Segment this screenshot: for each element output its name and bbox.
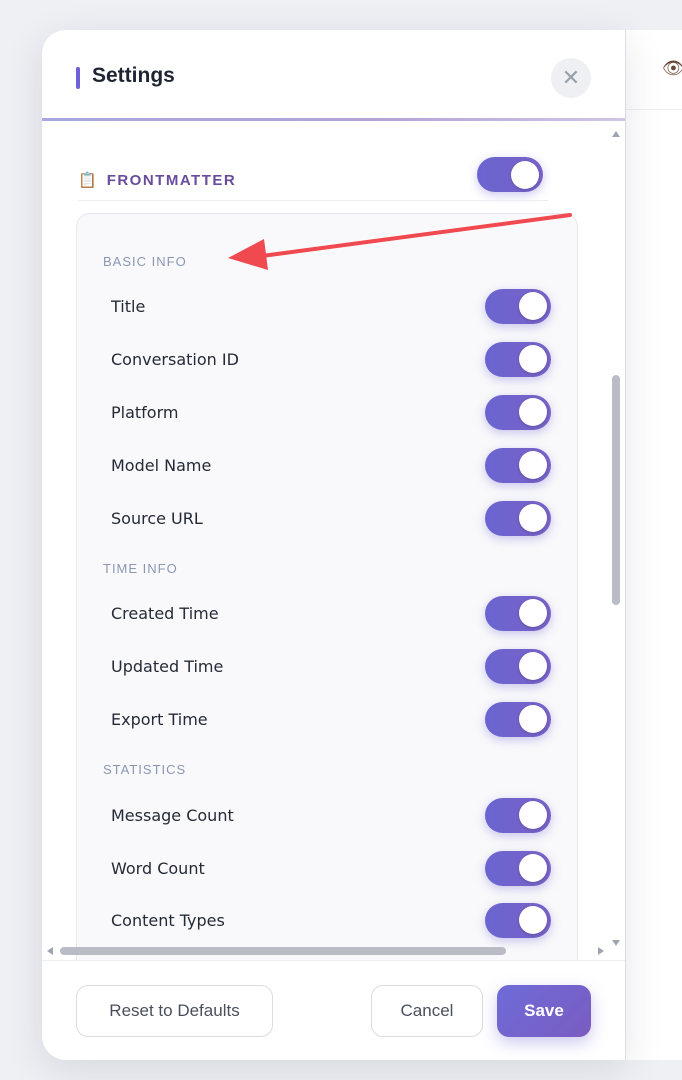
scroll-down-icon[interactable] [612,940,620,946]
option-label: Message Count [111,805,234,825]
toggle-title[interactable] [485,288,551,324]
option-row-model-name: Model Name [111,445,551,485]
toggle-knob [519,801,547,829]
vertical-scroll-thumb[interactable] [612,375,620,605]
group-label-basic-info: BASIC INFO [103,254,187,269]
toggle-export-time[interactable] [485,701,551,737]
modal-title: Settings [92,64,175,87]
scroll-right-icon[interactable] [598,947,604,955]
settings-scroll-area[interactable]: 📋 FRONTMATTER BASIC INFO Title Conversat… [42,127,625,960]
toggle-updated-time[interactable] [485,648,551,684]
vertical-scrollbar[interactable] [609,127,623,960]
option-label: Updated Time [111,656,224,676]
option-label: Word Count [111,858,205,878]
eye-icon[interactable]: 👁 [662,60,682,78]
toggle-content-types[interactable] [485,902,551,938]
option-label: Conversation ID [111,349,239,369]
toggle-knob [519,599,547,627]
option-row-conversation-id: Conversation ID [111,339,551,379]
toggle-created-time[interactable] [485,595,551,631]
modal-header: Settings ✕ [42,30,625,124]
section-label: FRONTMATTER [106,171,237,189]
settings-modal: Settings ✕ 📋 FRONTMATTER BASIC INFO Titl… [42,30,625,1060]
option-row-updated-time: Updated Time [111,646,551,686]
frontmatter-toggle[interactable] [477,157,543,192]
option-label: Model Name [111,455,212,475]
horizontal-scroll-thumb[interactable] [60,947,506,955]
horizontal-scrollbar[interactable] [42,944,612,958]
toggle-model-name[interactable] [485,447,551,483]
group-label-time-info: TIME INFO [103,561,178,576]
section-divider [78,200,548,201]
toggle-knob [519,854,547,882]
option-row-content-types: Content Types [111,900,551,940]
option-label: Export Time [111,709,208,729]
title-accent-bar [76,67,80,89]
toggle-knob [519,398,547,426]
save-button[interactable]: Save [497,985,591,1037]
option-row-created-time: Created Time [111,593,551,633]
option-row-word-count: Word Count [111,848,551,888]
clipboard-icon: 📋 [78,171,97,189]
reset-to-defaults-button[interactable]: Reset to Defaults [76,985,273,1037]
toggle-knob [519,292,547,320]
cancel-button[interactable]: Cancel [371,985,483,1037]
background-panel-body [626,110,682,1060]
group-label-statistics: STATISTICS [103,762,187,777]
modal-footer: Reset to Defaults Cancel Save [42,960,625,1060]
option-label: Title [111,296,146,316]
close-button[interactable]: ✕ [551,58,591,98]
toggle-knob [519,906,547,934]
section-header-frontmatter: 📋 FRONTMATTER [78,160,546,200]
option-row-message-count: Message Count [111,795,551,835]
scroll-left-icon[interactable] [47,947,53,955]
toggle-conversation-id[interactable] [485,341,551,377]
option-row-platform: Platform [111,392,551,432]
toggle-knob [519,345,547,373]
option-label: Source URL [111,508,203,528]
option-row-title: Title [111,286,551,326]
frontmatter-options-card: BASIC INFO Title Conversation ID Platfor… [76,213,578,960]
toggle-platform[interactable] [485,394,551,430]
toggle-knob [519,504,547,532]
toggle-word-count[interactable] [485,850,551,886]
option-label: Platform [111,402,179,422]
toggle-knob [519,652,547,680]
toggle-message-count[interactable] [485,797,551,833]
background-panel-header: 👁 [626,30,682,110]
toggle-source-url[interactable] [485,500,551,536]
scroll-up-icon[interactable] [612,131,620,137]
option-row-source-url: Source URL [111,498,551,538]
option-label: Created Time [111,603,219,623]
close-icon: ✕ [561,65,581,91]
option-label: Content Types [111,910,225,930]
toggle-knob [519,705,547,733]
option-row-export-time: Export Time [111,699,551,739]
toggle-knob [519,451,547,479]
toggle-knob [511,160,539,189]
background-panel: 👁 [625,30,682,1060]
